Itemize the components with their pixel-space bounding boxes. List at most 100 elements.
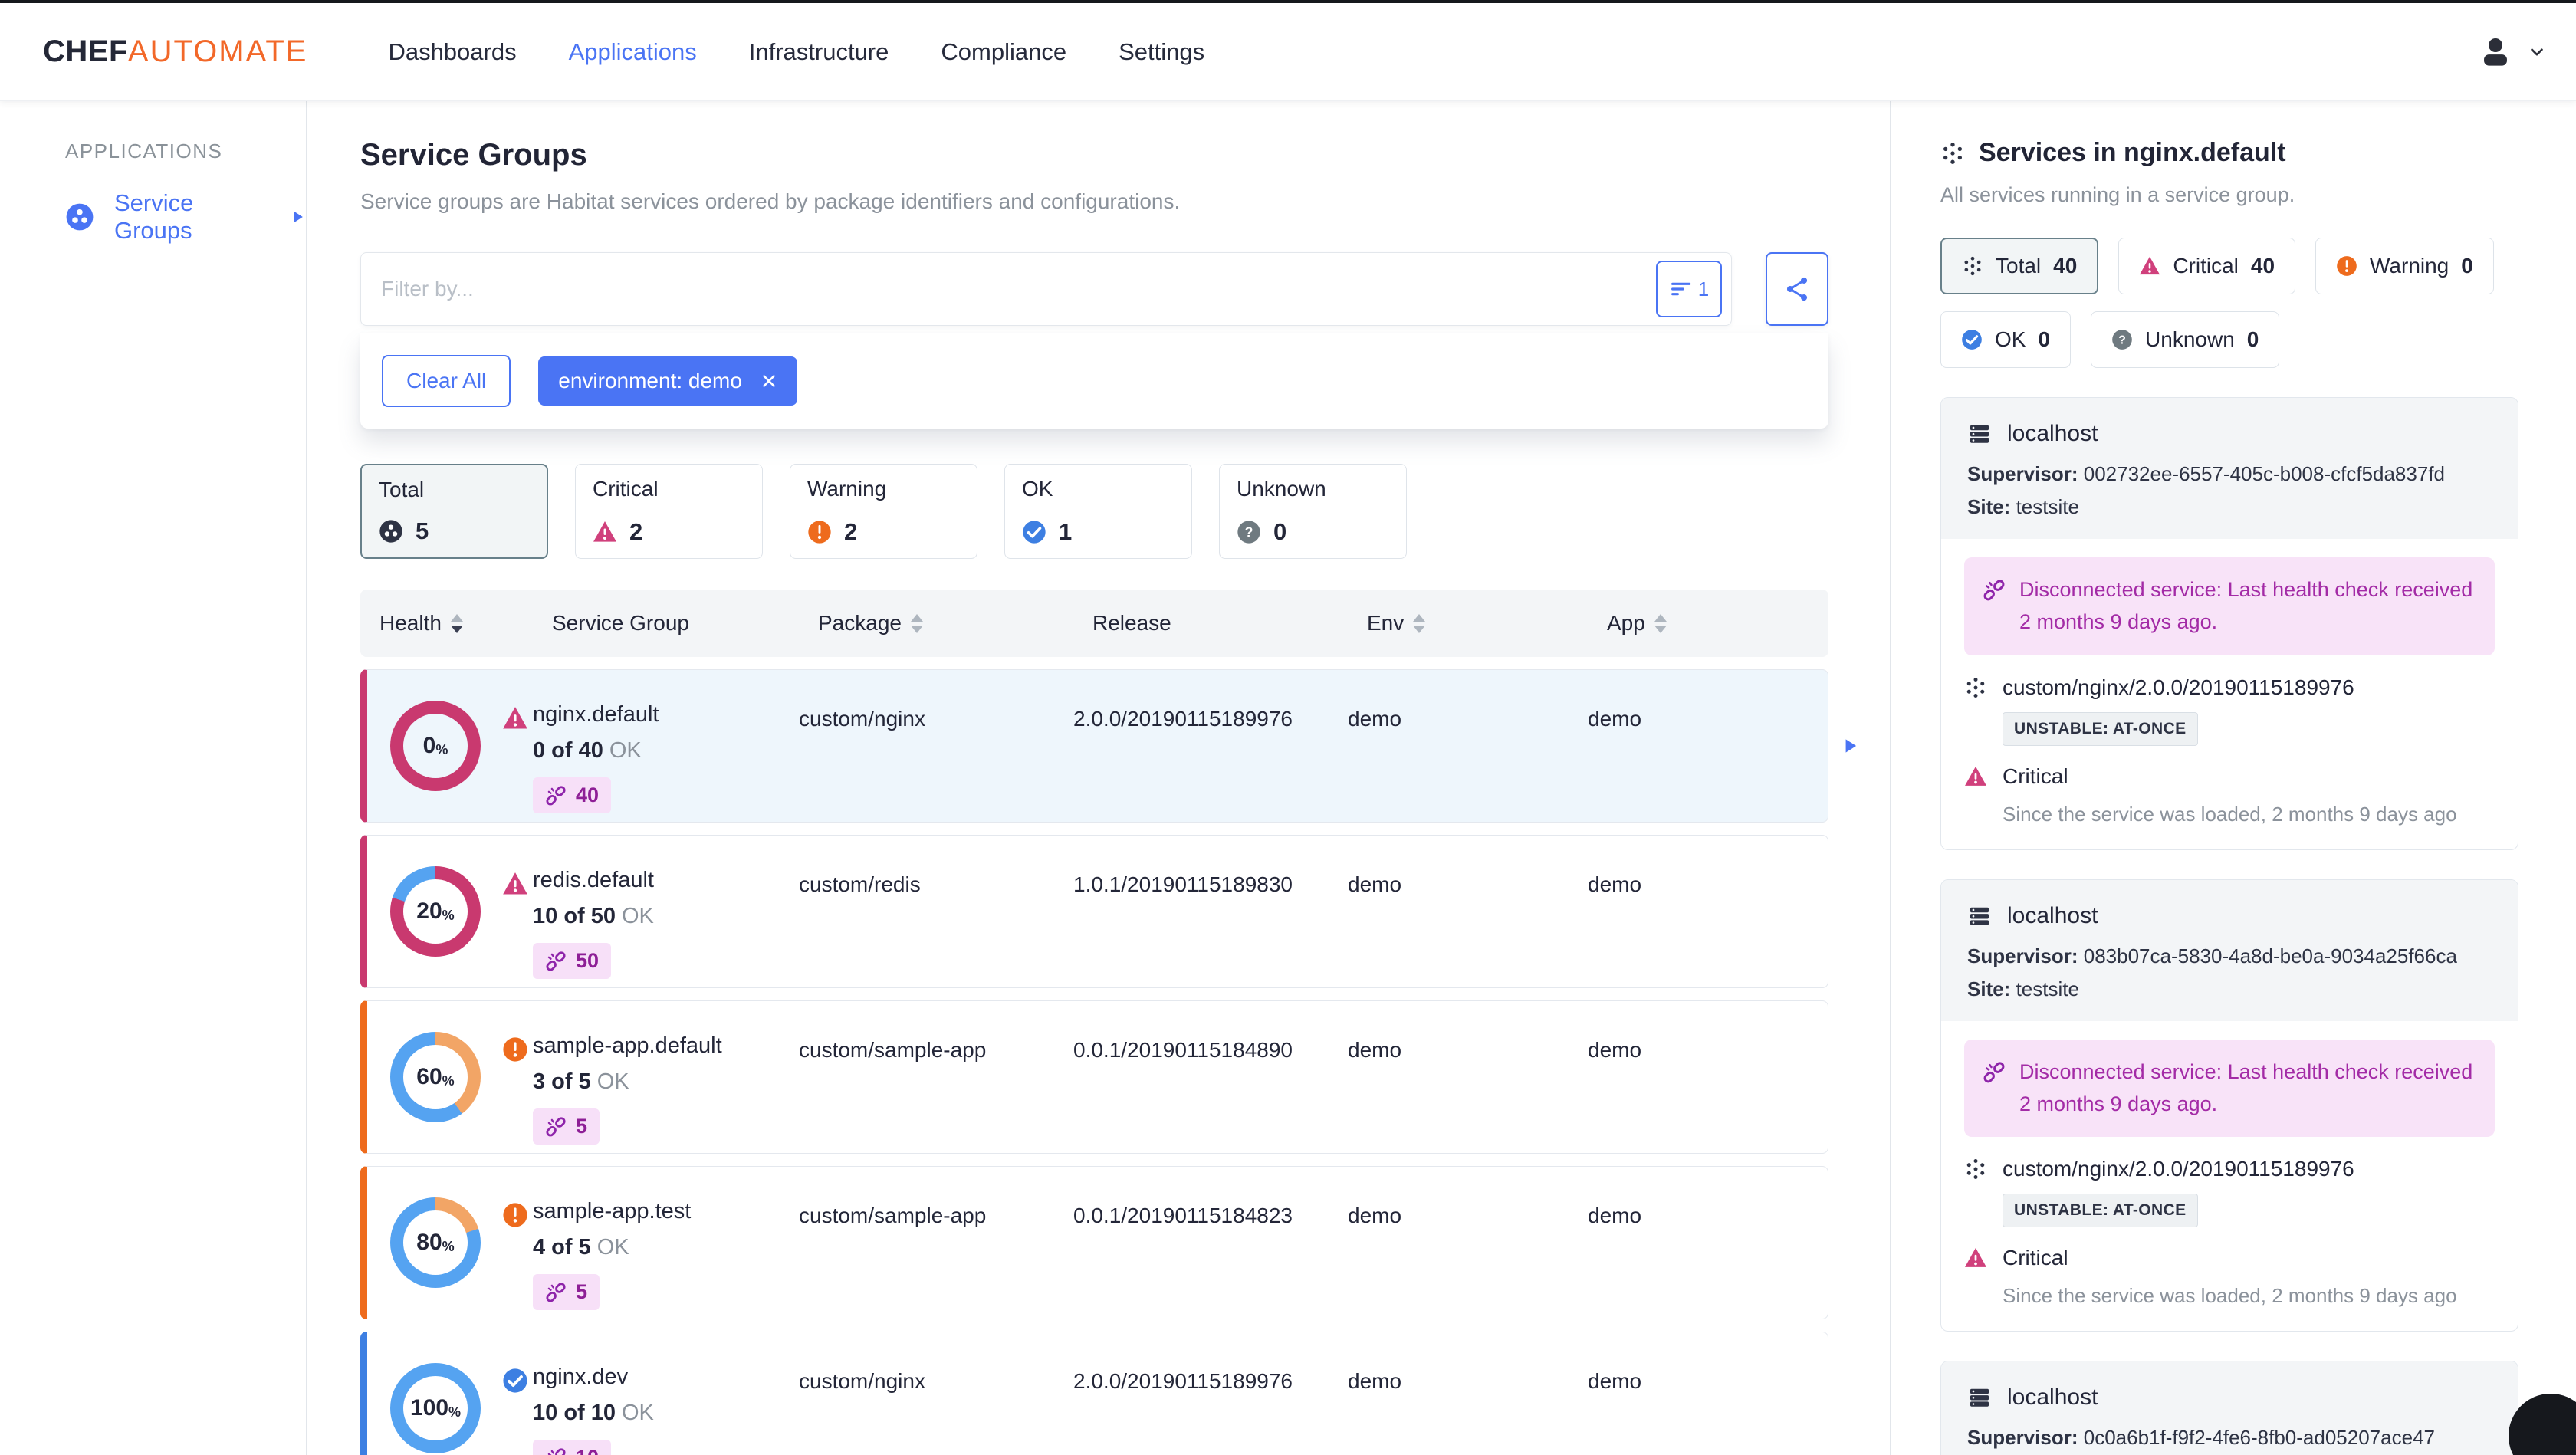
broken-link-icon [545, 785, 567, 806]
broken-link-icon [1983, 1061, 2006, 1084]
service-card-header: localhost Supervisor: 0c0a6b1f-f9f2-4fe6… [1941, 1361, 2518, 1455]
package-cell: custom/sample-app [799, 1038, 987, 1062]
warning-icon [2336, 255, 2358, 277]
ok-ratio: 10 of 10 OK [533, 1401, 654, 1425]
sidebar-item-service-groups[interactable]: Service Groups [65, 189, 306, 245]
status-filter-cards: Total 5 Critical 2 Warning 2 OK 1 Unknow… [360, 464, 1829, 559]
column-service-group[interactable]: Service Group [552, 611, 818, 636]
service-card: localhost Supervisor: 083b07ca-5830-4a8d… [1940, 879, 2518, 1332]
filter-lines-icon [1669, 277, 1694, 301]
nav-infrastructure[interactable]: Infrastructure [749, 38, 889, 66]
status-card-ok[interactable]: OK 1 [1004, 464, 1192, 559]
clear-all-button[interactable]: Clear All [382, 355, 511, 407]
supervisor-id: 002732ee-6557-405c-b008-cfcf5da837fd [2083, 462, 2445, 485]
selected-row-caret-icon [1840, 736, 1860, 756]
chef-automate-logo[interactable]: CHEFAUTOMATE [43, 34, 307, 69]
pill-unknown[interactable]: Unknown 0 [2091, 311, 2280, 368]
service-card: localhost Supervisor: 0c0a6b1f-f9f2-4fe6… [1940, 1361, 2518, 1455]
sort-icon[interactable] [1413, 613, 1426, 633]
close-icon[interactable] [761, 373, 777, 389]
table-row-sample-app-test[interactable]: 80% sample-app.test 4 of 5 OK 5 custom/sa… [360, 1166, 1829, 1319]
service-card: localhost Supervisor: 002732ee-6557-405c… [1940, 397, 2518, 850]
main-content: Service Groups Service groups are Habita… [307, 101, 1890, 1455]
disconnected-count-badge: 5 [533, 1274, 600, 1310]
pill-warning[interactable]: Warning 0 [2315, 238, 2494, 294]
env-cell: demo [1348, 1369, 1402, 1393]
column-app[interactable]: App [1607, 611, 1829, 636]
service-group-name: nginx.dev [533, 1365, 629, 1389]
critical-icon [1964, 765, 1987, 788]
table-row-nginx-dev[interactable]: 100% nginx.dev 10 of 10OK 10 custom/ngin… [360, 1332, 1829, 1455]
column-package[interactable]: Package [818, 611, 1092, 636]
filter-chip-environment-demo[interactable]: environment: demo [538, 356, 797, 406]
health-since-text: Since the service was loaded, 2 months 9… [2003, 1284, 2457, 1308]
health-since-text: Since the service was loaded, 2 months 9… [2003, 802, 2457, 826]
person-icon [2478, 34, 2513, 70]
broken-link-icon [1983, 579, 2006, 602]
user-menu[interactable] [2478, 34, 2545, 70]
status-card-total[interactable]: Total 5 [360, 464, 548, 559]
habitat-dots-icon [1964, 676, 1987, 699]
critical-icon [2139, 255, 2160, 277]
filter-count: 1 [1697, 277, 1710, 301]
habitat-dots-icon [1940, 141, 1965, 166]
app-cell: demo [1588, 1204, 1642, 1227]
status-card-unknown[interactable]: Unknown 0 [1219, 464, 1407, 559]
package-cell: custom/redis [799, 872, 921, 896]
pill-critical[interactable]: Critical 40 [2118, 238, 2296, 294]
site-name: testsite [2016, 495, 2079, 518]
sort-icon[interactable] [1654, 613, 1667, 633]
disconnected-count-badge: 10 [533, 1440, 612, 1455]
sidebar-item-label: Service Groups [114, 189, 194, 244]
pill-total[interactable]: Total 40 [1940, 238, 2099, 294]
filter-input[interactable] [381, 277, 1656, 301]
status-card-critical[interactable]: Critical 2 [575, 464, 763, 559]
table-row-nginx-default[interactable]: 0% nginx.default 0 of 40 OK 40 custom/ngi… [360, 669, 1829, 823]
nav-applications[interactable]: Applications [569, 38, 697, 66]
table-row-sample-app-default[interactable]: 60% sample-app.default 3 of 5 OK 5 custom… [360, 1000, 1829, 1154]
broken-link-icon [545, 1282, 567, 1303]
disconnected-count-badge: 50 [533, 943, 612, 979]
column-env[interactable]: Env [1367, 611, 1607, 636]
health-donut: 100% [390, 1363, 481, 1453]
health-donut: 80% [390, 1197, 481, 1288]
table-row-redis-default[interactable]: 20% redis.default 10 of 50 OK 50 custom/r… [360, 835, 1829, 988]
panel-title: Services in nginx.default [1940, 138, 2518, 168]
server-icon [1967, 1385, 1992, 1410]
service-group-name: nginx.default [533, 702, 659, 727]
server-icon [1967, 904, 1992, 928]
sort-icon[interactable] [450, 613, 463, 633]
update-strategy-badge: UNSTABLE: AT-ONCE [2003, 711, 2198, 746]
filter-toggle-button[interactable]: 1 [1656, 261, 1722, 317]
status-card-warning[interactable]: Warning 2 [790, 464, 978, 559]
column-release[interactable]: Release [1092, 611, 1367, 636]
sort-icon[interactable] [910, 613, 923, 633]
pill-ok[interactable]: OK 0 [1940, 311, 2072, 368]
share-button[interactable] [1766, 252, 1829, 326]
env-cell: demo [1348, 872, 1402, 896]
service-package: custom/nginx/2.0.0/20190115189976 [1964, 1157, 2495, 1181]
broken-link-icon [545, 1116, 567, 1138]
filter-chip-label: environment: demo [558, 369, 742, 392]
package-cell: custom/sample-app [799, 1204, 987, 1227]
top-navigation-bar: CHEFAUTOMATE Dashboards Applications Inf… [0, 3, 2576, 101]
active-filters-panel: Clear All environment: demo [360, 333, 1829, 429]
ok-ratio: 10 of 50 OK [533, 904, 654, 928]
package-cell: custom/nginx [799, 707, 925, 731]
nav-dashboards[interactable]: Dashboards [388, 38, 516, 66]
column-health[interactable]: Health [380, 611, 552, 636]
ok-ratio: 3 of 5 OK [533, 1069, 629, 1094]
window-top-edge [0, 0, 2576, 3]
supervisor-id: 0c0a6b1f-f9f2-4fe6-8fb0-ad05207ace47 [2083, 1426, 2435, 1450]
habitat-dots-icon [1962, 255, 1983, 277]
health-donut: 60% [390, 1032, 481, 1122]
service-group-name: sample-app.default [533, 1033, 722, 1058]
page-title: Service Groups [360, 138, 587, 172]
broken-link-icon [545, 1447, 567, 1455]
panel-subtitle: All services running in a service group. [1940, 183, 2295, 206]
server-icon [1967, 422, 1992, 446]
nav-settings[interactable]: Settings [1119, 38, 1204, 66]
service-group-name: redis.default [533, 868, 654, 892]
nav-compliance[interactable]: Compliance [941, 38, 1066, 66]
env-cell: demo [1348, 707, 1402, 731]
